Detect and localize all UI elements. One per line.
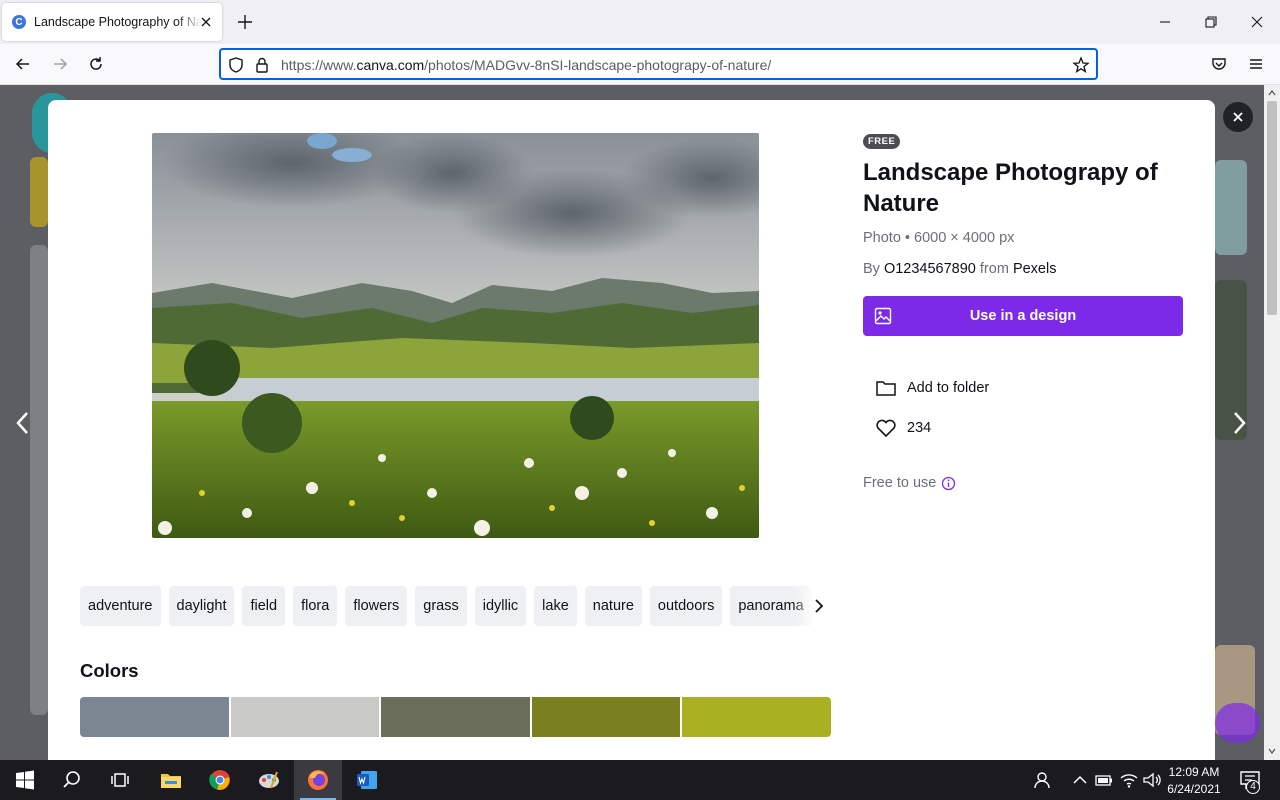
keyword-tag[interactable]: nature: [584, 586, 642, 626]
source-link[interactable]: Pexels: [1013, 261, 1057, 277]
keyword-tag[interactable]: outdoors: [649, 586, 723, 626]
add-to-folder-label: Add to folder: [907, 380, 990, 396]
pocket-icon[interactable]: [1210, 55, 1228, 73]
color-swatch[interactable]: [682, 697, 831, 737]
color-palette: [80, 697, 831, 737]
bookmark-star-icon[interactable]: [1072, 56, 1090, 74]
use-in-design-button[interactable]: Use in a design: [863, 296, 1183, 336]
scrollbar-thumb[interactable]: [1267, 101, 1277, 315]
keyword-tags: adventure daylight field flora flowers grass i…: [80, 586, 815, 626]
tab-title: Landscape Photography of Nature: [34, 15, 202, 29]
backdrop-decor: [1215, 160, 1247, 255]
author-link[interactable]: O1234567890: [884, 261, 976, 277]
paint-app-icon[interactable]: [257, 768, 281, 792]
new-tab-icon[interactable]: [236, 13, 254, 31]
shield-icon[interactable]: [227, 56, 245, 74]
previous-photo-arrow-icon[interactable]: [8, 408, 38, 438]
from-text: from: [975, 261, 1013, 277]
browser-nav-bar: https://www.canva.com/photos/MADGvv-8nSI…: [0, 44, 1280, 85]
photo-detail-modal: FREE Landscape Photograpy of Nature Phot…: [48, 100, 1215, 760]
next-photo-arrow-icon[interactable]: [1224, 408, 1254, 438]
wifi-icon[interactable]: [1117, 768, 1141, 792]
landscape-photo[interactable]: [152, 133, 759, 538]
photo-meta: Photo • 6000 × 4000 px: [863, 230, 1015, 246]
window-close-icon[interactable]: [1249, 14, 1265, 30]
backdrop-decor: [30, 157, 48, 227]
browser-tab-bar: C Landscape Photography of Nature: [0, 0, 1280, 44]
info-icon[interactable]: [941, 476, 956, 491]
colors-heading: Colors: [80, 660, 139, 681]
heart-icon: [876, 419, 896, 438]
add-to-folder-action[interactable]: Add to folder: [875, 377, 989, 399]
menu-icon[interactable]: [1247, 55, 1265, 73]
color-swatch[interactable]: [230, 697, 380, 737]
chevron-up-icon[interactable]: [1068, 768, 1092, 792]
people-icon[interactable]: [1032, 768, 1056, 792]
windows-taskbar: 12:09 AM 6/24/2021 4: [0, 760, 1280, 800]
minimize-icon[interactable]: [1157, 14, 1173, 30]
free-to-use-note: Free to use: [863, 475, 956, 491]
task-view-icon[interactable]: [108, 768, 132, 792]
windows-start-icon[interactable]: [13, 768, 37, 792]
color-swatch[interactable]: [531, 697, 681, 737]
modal-close-button[interactable]: [1223, 102, 1253, 132]
photo-title: Landscape Photograpy of Nature: [863, 159, 1158, 217]
keyword-tag[interactable]: idyllic: [474, 586, 527, 626]
free-badge: FREE: [863, 134, 901, 149]
search-icon[interactable]: [60, 768, 84, 792]
volume-icon[interactable]: [1140, 768, 1164, 792]
back-arrow-icon[interactable]: [14, 55, 32, 73]
free-to-use-label: Free to use: [863, 475, 937, 491]
folder-icon: [876, 381, 896, 396]
use-in-design-label: Use in a design: [969, 308, 1077, 324]
by-prefix: By: [863, 261, 884, 277]
scroll-up-icon[interactable]: [1268, 89, 1276, 97]
keyword-tag[interactable]: field: [242, 586, 286, 626]
color-swatch[interactable]: [80, 697, 229, 737]
reload-icon[interactable]: [87, 55, 105, 73]
clock-time[interactable]: 12:09 AM: [1165, 765, 1223, 779]
url-bar[interactable]: https://www.canva.com/photos/MADGvv-8nSI…: [219, 48, 1098, 80]
image-icon: [874, 307, 892, 325]
keyword-tag[interactable]: grass: [415, 586, 467, 626]
url-path: /photos/MADGvv-8nSI-landscape-photograpy…: [424, 57, 772, 73]
file-explorer-icon[interactable]: [159, 768, 183, 792]
keyword-tag[interactable]: flora: [293, 586, 338, 626]
backdrop-decor: [1215, 703, 1260, 743]
scroll-down-icon[interactable]: [1268, 747, 1276, 755]
like-action[interactable]: 234: [875, 417, 931, 439]
close-icon: [1233, 112, 1243, 122]
firefox-icon: [308, 770, 328, 790]
tab-close-icon[interactable]: [198, 14, 214, 30]
chrome-icon[interactable]: [208, 768, 232, 792]
canva-favicon-icon: C: [12, 15, 26, 29]
word-icon[interactable]: [355, 768, 379, 792]
restore-icon[interactable]: [1203, 14, 1219, 30]
forward-arrow-icon[interactable]: [51, 55, 69, 73]
firefox-taskbar-button[interactable]: [294, 760, 342, 800]
notification-count: 4: [1246, 780, 1260, 794]
url-domain: canva.com: [356, 57, 425, 73]
url-prefix: https://www.: [281, 57, 357, 73]
color-swatch[interactable]: [381, 697, 530, 737]
keyword-tag[interactable]: lake: [534, 586, 577, 626]
url-text: https://www.canva.com/photos/MADGvv-8nSI…: [281, 57, 771, 73]
keyword-tag[interactable]: flowers: [345, 586, 408, 626]
keyword-tag[interactable]: daylight: [168, 586, 235, 626]
page-scrollbar[interactable]: [1264, 85, 1280, 760]
browser-tab[interactable]: C Landscape Photography of Nature: [2, 3, 222, 41]
photo-byline: By O1234567890 from Pexels: [863, 261, 1056, 277]
clock-date[interactable]: 6/24/2021: [1165, 782, 1223, 796]
backdrop-decor: [30, 245, 48, 715]
lock-icon[interactable]: [254, 56, 270, 74]
tags-scroll-right-icon[interactable]: [810, 596, 828, 616]
keyword-tag[interactable]: adventure: [80, 586, 161, 626]
like-count: 234: [907, 420, 932, 436]
battery-icon[interactable]: [1092, 768, 1116, 792]
